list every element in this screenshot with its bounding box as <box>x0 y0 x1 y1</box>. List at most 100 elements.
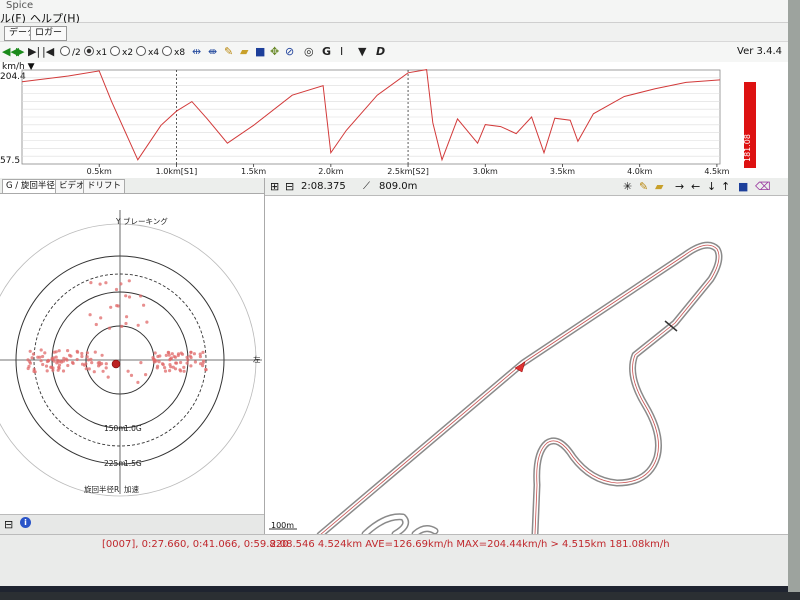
tab-g-radius[interactable]: G / 旋回半径 <box>2 179 59 193</box>
speed-radio-half-label: /2 <box>72 48 81 58</box>
g-sample-point <box>106 375 110 379</box>
speed-radio-half[interactable]: /2 <box>60 46 81 59</box>
g-sample-point <box>46 358 50 362</box>
map-open-folder-icon[interactable]: ▰ <box>655 179 663 194</box>
g-sample-point <box>30 356 34 360</box>
tab-drift[interactable]: ドリフト <box>83 179 126 193</box>
g-sample-point <box>144 373 148 377</box>
speed-x-tick-label: 4.0km <box>627 167 652 176</box>
step-forward-icon[interactable]: ▶| <box>28 45 40 59</box>
speed-chart[interactable]: 0.5km 1.0km[S1] 1.5km 2.0km 2.5km[S2] 3.0km 3.… <box>0 62 788 178</box>
minus-box-icon-map[interactable]: ⊟ <box>285 179 294 194</box>
g-sample-point <box>97 364 101 368</box>
shrink-horizontal-icon[interactable]: ⇼ <box>208 45 217 59</box>
step-back-icon[interactable]: |◀ <box>42 45 54 59</box>
speed-x-tick-label: 3.0km <box>473 167 498 176</box>
timer-icon[interactable]: ◎ <box>304 45 314 59</box>
g-sample-point <box>88 313 92 317</box>
g-sample-point <box>185 361 189 365</box>
down-triangle-icon[interactable]: ▼ <box>358 45 366 59</box>
arrow-down-icon[interactable]: ↓ <box>707 179 716 194</box>
g-sample-point <box>39 359 43 363</box>
speed-radio-x4-label: x4 <box>148 48 160 58</box>
g-sample-point <box>39 348 43 352</box>
g-sample-point <box>163 369 168 373</box>
d-button[interactable]: D <box>376 45 385 59</box>
expand-horizontal-icon[interactable]: ⇹ <box>192 45 201 59</box>
track-outline <box>316 241 723 534</box>
g-sample-point <box>98 282 102 286</box>
g-sample-point <box>84 362 88 366</box>
g-sample-point <box>176 352 181 356</box>
track-map[interactable] <box>265 195 788 534</box>
g-sample-point <box>139 294 143 298</box>
tool-icon[interactable]: ✥ <box>270 45 279 59</box>
ruler-icon[interactable]: ⟋ <box>363 179 370 194</box>
g-sample-point <box>142 303 146 307</box>
g-ring-225m: 225m <box>104 459 126 468</box>
g-sample-point <box>44 364 49 368</box>
eraser-icon[interactable]: ⌫ <box>755 179 771 194</box>
spice-window: Spice ル(F) ヘルプ(H) データ ロガー ◀◀ ▶ ▶| |◀ /2 … <box>0 0 788 592</box>
speed-radio-x2[interactable]: x2 <box>110 46 133 59</box>
sparkle-icon[interactable]: ✳ <box>623 179 632 194</box>
g-sample-point <box>193 360 197 364</box>
g-sample-point <box>26 358 30 362</box>
mode-tab-bar: データ ロガー <box>0 23 788 41</box>
g-sample-point <box>188 354 192 358</box>
g-sample-point <box>66 349 70 353</box>
open-folder-icon[interactable]: ▰ <box>240 45 248 59</box>
arrow-up-icon[interactable]: ↑ <box>721 179 730 194</box>
lap-splits: [0007], 0:27.660, 0:41.066, 0:59.820 <box>102 539 289 550</box>
g-sample-point <box>65 358 69 362</box>
speed-x-tick-label: 2.0km <box>318 167 343 176</box>
save-icon[interactable]: ■ <box>255 45 265 59</box>
map-save-icon[interactable]: ■ <box>738 179 748 194</box>
g-sample-point <box>145 320 149 324</box>
no-entry-icon[interactable]: ⊘ <box>285 45 294 59</box>
speed-x-tick-label: 4.5km <box>704 167 729 176</box>
g-sample-point <box>139 361 143 365</box>
g-sample-point <box>116 304 120 308</box>
g-sample-point <box>28 349 32 353</box>
g-sample-point <box>192 352 196 356</box>
speed-radio-x1[interactable]: x1 <box>84 46 107 59</box>
g-sample-point <box>156 364 160 368</box>
play-icon[interactable]: ▶ <box>16 45 24 59</box>
cursor-icon[interactable]: Ι <box>340 45 343 59</box>
g-sample-point <box>85 351 89 355</box>
track-centerline <box>318 243 721 534</box>
arrow-left-icon[interactable]: ← <box>691 179 700 194</box>
g-sample-point <box>125 315 129 319</box>
info-icon[interactable]: i <box>20 517 31 528</box>
g-sample-point <box>104 281 108 285</box>
g-top-label: Y ブレーキング <box>116 217 168 226</box>
g-sample-point <box>204 367 208 372</box>
map-add-file-icon[interactable]: ✎ <box>639 179 648 194</box>
g-right-label: 左 <box>253 355 261 364</box>
g-sample-point <box>58 359 62 363</box>
g-sample-point <box>201 364 205 368</box>
arrow-right-icon[interactable]: → <box>675 179 684 194</box>
speed-radio-x4[interactable]: x4 <box>136 46 159 59</box>
g-sample-point <box>50 356 54 361</box>
g-button[interactable]: G <box>322 45 331 59</box>
g-sample-point <box>126 369 130 373</box>
speed-radio-x8[interactable]: x8 <box>162 46 185 59</box>
g-sample-point <box>38 355 42 359</box>
plus-box-icon[interactable]: ⊞ <box>270 179 279 194</box>
tab-logger[interactable]: ロガー <box>30 26 68 41</box>
g-sample-point <box>167 351 171 355</box>
minus-box-icon[interactable]: ⊟ <box>4 518 13 531</box>
g-sample-point <box>68 353 72 357</box>
g-ring-1g: 1.0G <box>124 424 142 433</box>
g-sample-point <box>189 364 193 368</box>
g-sample-point <box>104 366 108 370</box>
g-sample-point <box>153 351 157 355</box>
g-sample-point <box>168 369 172 373</box>
g-sample-point <box>31 352 36 356</box>
g-sample-point <box>27 364 31 368</box>
g-sample-point <box>124 294 128 298</box>
version-label: Ver 3.4.4 <box>737 46 782 57</box>
add-file-icon[interactable]: ✎ <box>224 45 233 59</box>
